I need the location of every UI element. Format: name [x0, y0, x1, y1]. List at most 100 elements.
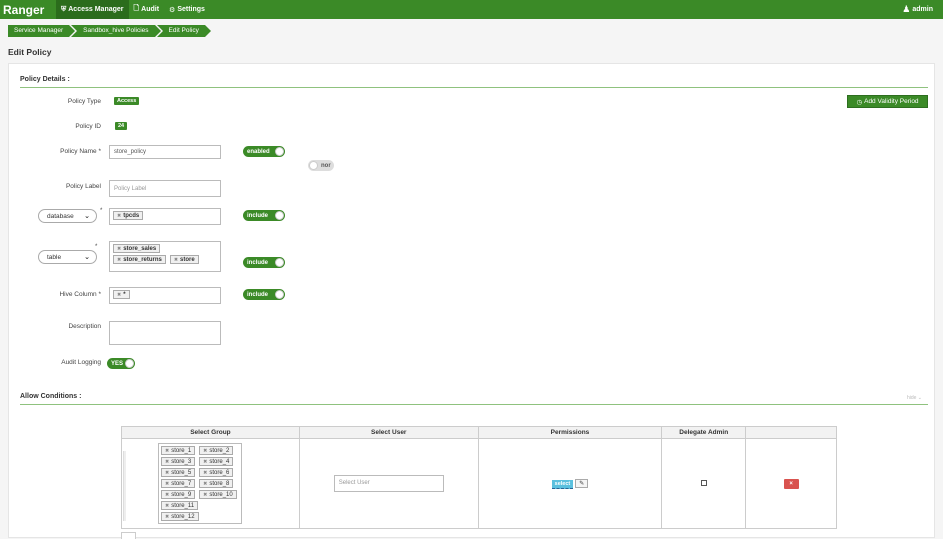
- toggle-knob: [275, 290, 284, 299]
- nav-audit[interactable]: 🗋 Audit: [129, 0, 165, 19]
- tag-text: store_4: [209, 459, 230, 465]
- delegate-admin-checkbox[interactable]: [700, 479, 707, 486]
- remove-icon[interactable]: ✖: [117, 292, 121, 298]
- breadcrumb: Service Manager Sandbox_hive Policies Ed…: [8, 25, 213, 37]
- policy-name-label: Policy Name *: [60, 148, 101, 155]
- nav-settings[interactable]: ⚙ Settings: [164, 0, 210, 19]
- value-tag[interactable]: ✖ store_sales: [113, 244, 161, 253]
- pencil-icon[interactable]: ✎: [575, 478, 589, 488]
- remove-icon[interactable]: ✖: [165, 448, 169, 454]
- database-include-toggle[interactable]: include: [243, 210, 285, 221]
- remove-icon[interactable]: ✖: [203, 492, 207, 498]
- remove-icon[interactable]: ✖: [203, 470, 207, 476]
- nav-label: Audit: [141, 6, 160, 13]
- remove-icon[interactable]: ✖: [117, 246, 121, 252]
- column-values-input[interactable]: ✖ *: [109, 287, 221, 304]
- remove-icon[interactable]: ✖: [165, 470, 169, 476]
- toggle-knob: [125, 359, 134, 368]
- database-values-input[interactable]: ✖ tpcds: [109, 208, 221, 225]
- group-tag[interactable]: ✖ store_2: [199, 446, 234, 455]
- group-tag[interactable]: ✖ store_4: [199, 457, 234, 466]
- breadcrumb-edit-policy[interactable]: Edit Policy: [156, 25, 212, 37]
- tag-text: store_8: [209, 481, 230, 487]
- select-group-input[interactable]: ✖ store_1 ✖ store_2 ✖ store_3 ✖ store_4 ✖ sto…: [158, 443, 242, 524]
- select-user-input[interactable]: Select User: [333, 475, 444, 492]
- resource-type-select-database[interactable]: database ⌄: [38, 209, 97, 223]
- tag-text: store_returns: [123, 257, 162, 263]
- tag-text: tpcds: [123, 213, 140, 219]
- tag-text: store_12: [171, 514, 195, 520]
- top-navbar: Ranger ⛨ Access Manager 🗋 Audit ⚙ Settin…: [0, 0, 943, 19]
- resource-type-select-table[interactable]: table ⌄: [38, 250, 97, 264]
- table-include-toggle[interactable]: include: [243, 257, 285, 268]
- group-scrollbar[interactable]: [123, 451, 126, 521]
- toggle-knob: [275, 211, 284, 220]
- user-menu[interactable]: ♟ admin: [902, 4, 943, 15]
- remove-icon[interactable]: ✖: [117, 257, 121, 263]
- column-include-toggle[interactable]: include: [243, 289, 285, 300]
- remove-icon[interactable]: ✖: [203, 481, 207, 487]
- remove-icon[interactable]: ✖: [165, 492, 169, 498]
- group-tag[interactable]: ✖ store_8: [199, 479, 234, 488]
- breadcrumb-policies[interactable]: Sandbox_hive Policies: [71, 25, 161, 37]
- table-values-input[interactable]: ✖ store_sales ✖ store_returns ✖ store: [109, 241, 221, 272]
- tag-text: store_10: [209, 492, 233, 498]
- toggle-label: include: [247, 291, 269, 298]
- value-tag[interactable]: ✖ tpcds: [113, 211, 144, 220]
- breadcrumb-service-manager[interactable]: Service Manager: [8, 25, 76, 37]
- nav-label: Access Manager: [68, 6, 124, 13]
- group-tag[interactable]: ✖ store_3: [161, 457, 196, 466]
- description-textarea[interactable]: [109, 321, 221, 345]
- group-tag[interactable]: ✖ store_11: [161, 501, 199, 510]
- group-tag[interactable]: ✖ store_5: [161, 468, 196, 477]
- chevron-down-icon: ⌄: [84, 213, 90, 220]
- required-marker: *: [95, 244, 98, 250]
- add-validity-period-button[interactable]: ◷ Add Validity Period: [847, 95, 928, 108]
- remove-icon[interactable]: ✖: [117, 213, 121, 219]
- group-tag[interactable]: ✖ store_6: [199, 468, 234, 477]
- toggle-knob: [275, 147, 284, 156]
- remove-icon[interactable]: ✖: [203, 448, 207, 454]
- permission-tag[interactable]: select: [551, 479, 574, 489]
- group-tag[interactable]: ✖ store_7: [161, 479, 196, 488]
- allow-conditions-table: Select Group Select User Permissions Del…: [121, 426, 837, 529]
- shield-icon: ⛨: [61, 5, 67, 13]
- select-user-cell: Select User: [298, 438, 479, 529]
- brand-logo[interactable]: Ranger: [0, 3, 56, 17]
- audit-logging-toggle[interactable]: YES: [107, 358, 135, 369]
- policy-id-badge: 24: [115, 122, 128, 130]
- group-tag[interactable]: ✖ store_9: [161, 490, 196, 499]
- value-tag[interactable]: ✖ *: [113, 290, 130, 299]
- policy-enabled-toggle[interactable]: enabled: [243, 146, 285, 157]
- hide-allow-conditions-link[interactable]: hide ⌄: [907, 395, 922, 401]
- policy-label-input[interactable]: Policy Label: [109, 180, 221, 197]
- remove-icon[interactable]: ✖: [165, 481, 169, 487]
- policy-name-input[interactable]: store_policy: [109, 145, 221, 159]
- group-tag[interactable]: ✖ store_10: [199, 490, 237, 499]
- policy-label-label: Policy Label: [65, 183, 101, 190]
- group-tag[interactable]: ✖ store_12: [161, 512, 199, 521]
- divider: [20, 87, 928, 88]
- nav-label: Settings: [177, 6, 205, 13]
- remove-icon[interactable]: ✖: [203, 459, 207, 465]
- gear-icon: ⚙: [169, 6, 176, 14]
- remove-icon[interactable]: ✖: [165, 459, 169, 465]
- tag-text: store_7: [171, 481, 192, 487]
- actions-cell: ×: [745, 438, 837, 529]
- remove-icon[interactable]: ✖: [165, 514, 169, 520]
- tag-text: store_2: [209, 448, 230, 454]
- divider: [20, 404, 928, 405]
- remove-icon[interactable]: ✖: [165, 503, 169, 509]
- value-tag[interactable]: ✖ store_returns: [113, 255, 166, 264]
- policy-type-label: Policy Type: [67, 98, 101, 105]
- col-header-select-group: Select Group: [121, 426, 300, 439]
- value-tag[interactable]: ✖ store: [169, 255, 199, 264]
- tag-text: store_11: [171, 503, 195, 509]
- group-tag[interactable]: ✖ store_1: [161, 446, 196, 455]
- nav-access-manager[interactable]: ⛨ Access Manager: [56, 0, 129, 19]
- delete-row-button[interactable]: ×: [783, 478, 799, 489]
- remove-icon[interactable]: ✖: [174, 257, 178, 263]
- col-header-permissions: Permissions: [477, 426, 663, 439]
- toggle-label: YES: [111, 360, 124, 367]
- policy-priority-toggle[interactable]: nor: [308, 160, 334, 171]
